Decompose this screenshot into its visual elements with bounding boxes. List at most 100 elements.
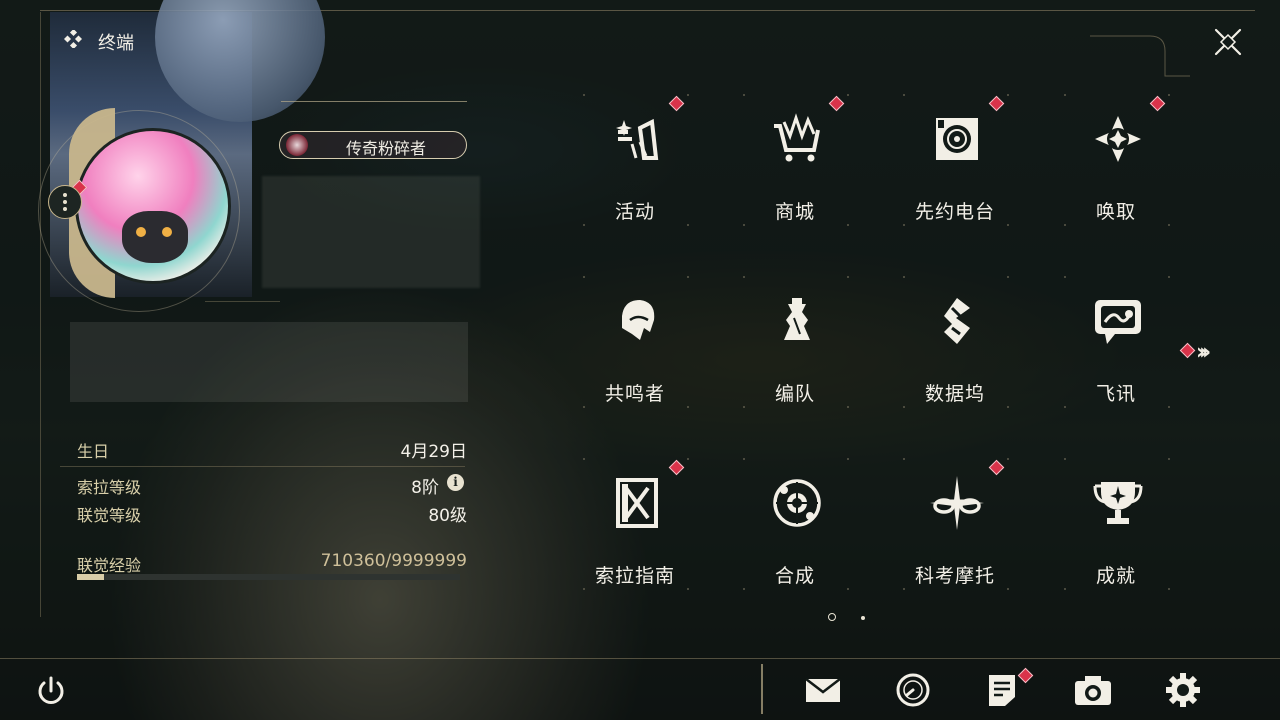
- notification-badge: [828, 95, 845, 112]
- menu-item-label: 编队: [774, 383, 815, 405]
- menu-item[interactable]: 成就: [1046, 458, 1186, 608]
- avatar[interactable]: [75, 128, 231, 284]
- grid-corner-dot: [743, 458, 745, 460]
- stat-value-union-level: 80级: [428, 506, 467, 526]
- menu-item[interactable]: 科考摩托: [885, 458, 1025, 608]
- grid-corner-dot: [1064, 458, 1066, 460]
- info-icon[interactable]: i: [447, 474, 464, 491]
- menu-item[interactable]: 数据坞: [885, 276, 1025, 426]
- grid-corner-dot: [847, 276, 849, 278]
- grid-corner-dot: [687, 276, 689, 278]
- grid-corner-dot: [847, 458, 849, 460]
- menu-item[interactable]: 共鸣者: [565, 276, 705, 426]
- title-divider: [281, 101, 467, 102]
- grid-corner-dot: [1064, 276, 1066, 278]
- player-name-blurred: [262, 176, 480, 288]
- grid-corner-dot: [1168, 588, 1170, 590]
- grid-corner-dot: [687, 458, 689, 460]
- notes-icon[interactable]: [983, 672, 1023, 708]
- mail-icon[interactable]: [803, 672, 843, 708]
- menu-item[interactable]: 索拉指南: [565, 458, 705, 608]
- frame-corner-ornament: [1090, 35, 1190, 77]
- profile-more-button[interactable]: [48, 185, 82, 219]
- menu-item[interactable]: 编队: [725, 276, 865, 426]
- menu-item[interactable]: 唤取: [1046, 94, 1186, 244]
- grid-corner-dot: [583, 406, 585, 408]
- stat-label-union-exp: 联觉经验: [77, 556, 142, 575]
- grid-corner-dot: [847, 406, 849, 408]
- radio-icon: [936, 118, 978, 160]
- stat-value-union-exp: 710360/9999999: [320, 551, 467, 571]
- resonator-icon: [622, 300, 655, 340]
- grid-corner-dot: [847, 224, 849, 226]
- grid-corner-dot: [903, 588, 905, 590]
- avatar-cat-eye: [136, 227, 146, 237]
- grid-corner-dot: [1168, 276, 1170, 278]
- power-icon[interactable]: [34, 674, 68, 708]
- grid-corner-dot: [583, 588, 585, 590]
- grid-corner-dot: [1064, 94, 1066, 96]
- menu-item-label: 先约电台: [914, 201, 995, 223]
- title-badge-text: 传奇粉碎者: [346, 139, 427, 158]
- chess-team-icon: [784, 298, 810, 340]
- menu-item-label: 合成: [774, 565, 815, 587]
- grid-corner-dot: [1007, 276, 1009, 278]
- grid-corner-dot: [1168, 458, 1170, 460]
- grid-corner-dot: [903, 94, 905, 96]
- grid-corner-dot: [743, 224, 745, 226]
- notification-badge: [988, 459, 1005, 476]
- avatar-cat: [122, 211, 188, 263]
- grid-corner-dot: [583, 276, 585, 278]
- menu-item-label: 飞讯: [1095, 383, 1136, 405]
- menu-item[interactable]: 先约电台: [885, 94, 1025, 244]
- grid-corner-dot: [1168, 224, 1170, 226]
- grid-corner-dot: [1064, 406, 1066, 408]
- grid-corner-dot: [847, 94, 849, 96]
- notification-badge: [1149, 95, 1166, 112]
- grid-corner-dot: [1007, 94, 1009, 96]
- menu-item[interactable]: 飞讯: [1046, 276, 1186, 426]
- grid-corner-dot: [903, 406, 905, 408]
- menu-item[interactable]: 商城: [725, 94, 865, 244]
- grid-corner-dot: [743, 406, 745, 408]
- menu-item-label: 成就: [1095, 565, 1136, 587]
- grid-corner-dot: [1007, 406, 1009, 408]
- grid-corner-dot: [903, 276, 905, 278]
- shop-cart-icon: [774, 113, 820, 162]
- page-indicator: [861, 616, 865, 620]
- title-emblem-icon: [286, 134, 308, 156]
- notification-badge: [668, 459, 685, 476]
- title-badge[interactable]: 传奇粉碎者: [279, 131, 467, 159]
- activity-icon: [616, 118, 659, 160]
- settings-gear-icon[interactable]: [1163, 672, 1203, 708]
- clock-icon[interactable]: [893, 672, 933, 708]
- grid-corner-dot: [583, 458, 585, 460]
- frame-left-line: [40, 12, 41, 617]
- divider: [205, 301, 280, 302]
- data-bank-icon: [944, 298, 970, 344]
- grid-corner-dot: [583, 224, 585, 226]
- next-page-button[interactable]: ›››: [1196, 340, 1211, 365]
- menu-item[interactable]: 合成: [725, 458, 865, 608]
- grid-corner-dot: [743, 588, 745, 590]
- menu-item-label: 商城: [774, 201, 815, 223]
- menu-item-label: 活动: [614, 201, 655, 223]
- page-title: 终端: [98, 33, 134, 54]
- grid-corner-dot: [687, 224, 689, 226]
- exp-progress-bar: [77, 574, 460, 580]
- camera-icon[interactable]: [1073, 672, 1113, 708]
- grid-corner-dot: [687, 406, 689, 408]
- stat-label-sola-level: 索拉等级: [77, 478, 142, 497]
- grid-corner-dot: [687, 94, 689, 96]
- grid-corner-dot: [583, 94, 585, 96]
- menu-item[interactable]: 活动: [565, 94, 705, 244]
- stat-value-sola-level: 8阶: [411, 478, 439, 498]
- convene-icon: [1095, 116, 1141, 162]
- grid-corner-dot: [847, 588, 849, 590]
- grid-corner-dot: [1064, 224, 1066, 226]
- grid-corner-dot: [687, 588, 689, 590]
- page-indicator-active: [828, 613, 836, 621]
- close-icon[interactable]: [1208, 22, 1248, 62]
- notification-badge: [668, 95, 685, 112]
- grid-corner-dot: [903, 224, 905, 226]
